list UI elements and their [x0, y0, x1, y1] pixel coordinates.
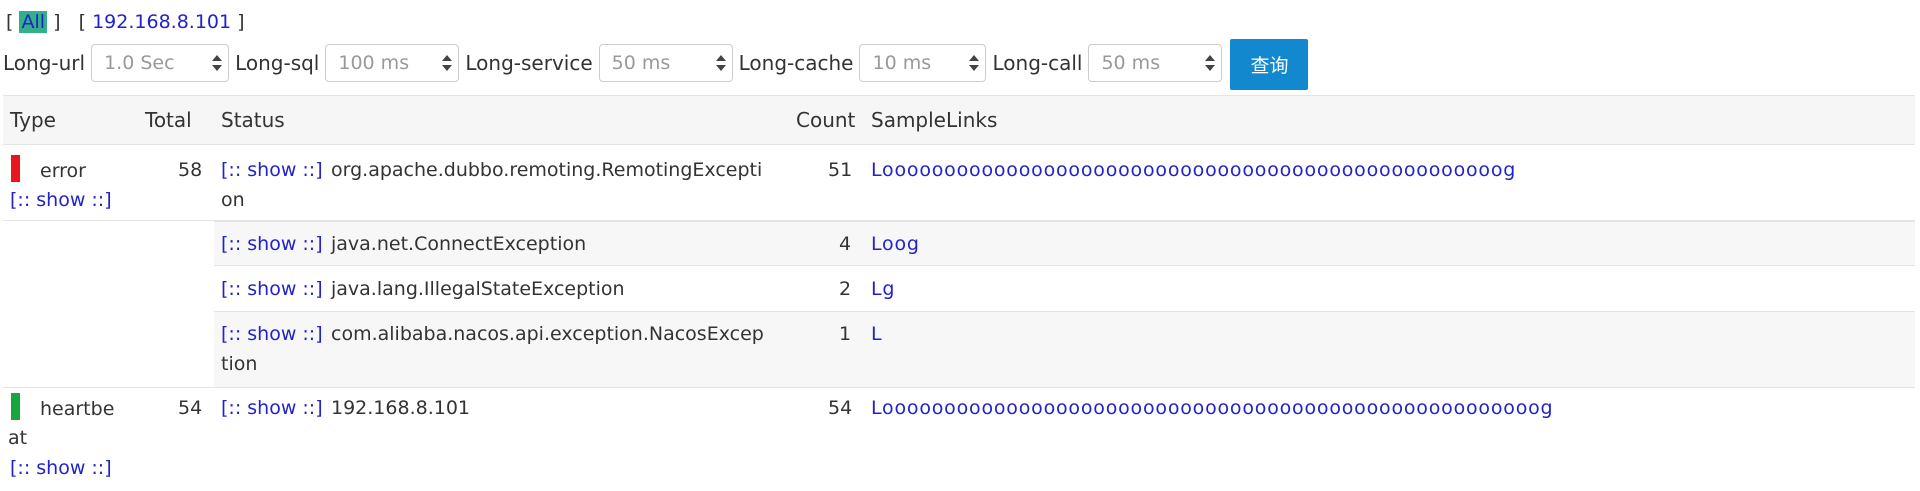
long-cache-value: 10 ms [872, 52, 932, 74]
stepper-arrows-icon [442, 53, 453, 73]
sample-links[interactable]: L [871, 319, 882, 349]
filter-ip-link[interactable]: 192.168.8.101 [92, 11, 231, 33]
long-url-value: 1.0 Sec [104, 52, 175, 74]
long-call-select[interactable]: 50 ms [1088, 44, 1223, 82]
long-url-label: Long-url [3, 51, 86, 75]
problem-table: Type Total Status Count SampleLinks erro… [3, 95, 1915, 488]
sample-links[interactable]: Looooooooooooooooooooooooooooooooooooooo… [871, 155, 1516, 185]
header-type: Type [10, 108, 56, 132]
bracket: ] [53, 11, 61, 33]
header-total: Total [145, 108, 192, 132]
status-text: 192.168.8.101 [331, 397, 471, 419]
sample-links[interactable]: Loog [871, 229, 920, 259]
status-show-link[interactable]: [:: show ::] [221, 319, 323, 349]
stepper-arrows-icon [212, 53, 223, 73]
table-row: heartbe at [:: show ::] 54 [:: show ::] … [3, 388, 1915, 488]
table-row: [:: show ::] java.lang.IllegalStateExcep… [3, 266, 1915, 312]
status-show-link[interactable]: [:: show ::] [221, 393, 323, 423]
count-cell: 51 [828, 159, 853, 181]
status-text: java.net.ConnectException [331, 233, 587, 255]
stepper-arrows-icon [1205, 53, 1216, 73]
query-button[interactable]: 查询 [1230, 38, 1309, 90]
long-url-select[interactable]: 1.0 Sec [91, 44, 230, 82]
total-cell: 58 [178, 159, 203, 181]
cat-problem-page: [ All ] [ 192.168.8.101 ] Long-url 1.0 S… [0, 0, 1920, 491]
type-show-link[interactable]: [:: show ::] [10, 185, 112, 215]
status-text-wrap: tion [221, 353, 258, 375]
error-color-bar [11, 155, 20, 182]
count-cell: 54 [828, 397, 853, 419]
status-text: org.apache.dubbo.remoting.RemotingExcept… [331, 159, 763, 181]
stepper-arrows-icon [969, 53, 980, 73]
table-row: error [:: show ::] 58 [:: show ::] org.a… [3, 145, 1915, 221]
sample-links[interactable]: Looooooooooooooooooooooooooooooooooooooo… [871, 393, 1553, 423]
long-call-label: Long-call [992, 51, 1083, 75]
long-sql-value: 100 ms [338, 52, 410, 74]
count-cell: 2 [839, 278, 852, 300]
bracket: [ [78, 11, 87, 33]
status-text-wrap: on [221, 189, 245, 211]
bracket: ] [237, 11, 245, 33]
long-cache-select[interactable]: 10 ms [859, 44, 987, 82]
type-label: heartbe [40, 398, 115, 420]
type-show-link[interactable]: [:: show ::] [10, 453, 112, 483]
header-count: Count [796, 108, 856, 132]
type-label-wrap: at [8, 427, 28, 449]
type-cell: heartbe [3, 393, 114, 424]
status-text: com.alibaba.nacos.api.exception.NacosExc… [331, 323, 764, 345]
stepper-arrows-icon [715, 53, 726, 73]
table-row: [:: show ::] com.alibaba.nacos.api.excep… [3, 312, 1915, 388]
header-status: Status [221, 108, 285, 132]
count-cell: 1 [839, 323, 852, 345]
type-cell: error [3, 155, 86, 186]
status-show-link[interactable]: [:: show ::] [221, 155, 323, 185]
long-service-select[interactable]: 50 ms [598, 44, 733, 82]
long-service-value: 50 ms [611, 52, 671, 74]
long-call-value: 50 ms [1101, 52, 1161, 74]
ip-filter-bar: [ All ] [ 192.168.8.101 ] [6, 8, 245, 36]
header-samplelinks: SampleLinks [871, 108, 998, 132]
long-sql-select[interactable]: 100 ms [325, 44, 460, 82]
bracket: [ [6, 11, 14, 33]
status-show-link[interactable]: [:: show ::] [221, 229, 323, 259]
total-cell: 54 [178, 397, 203, 419]
threshold-controls: Long-url 1.0 Sec Long-sql 100 ms Long-se… [3, 38, 1309, 90]
table-header: Type Total Status Count SampleLinks [3, 96, 1915, 145]
table-row: [:: show ::] java.net.ConnectException 4… [3, 221, 1915, 266]
heartbeat-color-bar [11, 393, 20, 420]
long-cache-label: Long-cache [738, 51, 854, 75]
status-text: java.lang.IllegalStateException [331, 278, 625, 300]
type-label: error [40, 160, 86, 182]
filter-all-link[interactable]: All [19, 11, 48, 33]
long-service-label: Long-service [465, 51, 593, 75]
status-show-link[interactable]: [:: show ::] [221, 274, 323, 304]
sample-links[interactable]: Lg [871, 274, 895, 304]
count-cell: 4 [839, 233, 852, 255]
long-sql-label: Long-sql [235, 51, 320, 75]
